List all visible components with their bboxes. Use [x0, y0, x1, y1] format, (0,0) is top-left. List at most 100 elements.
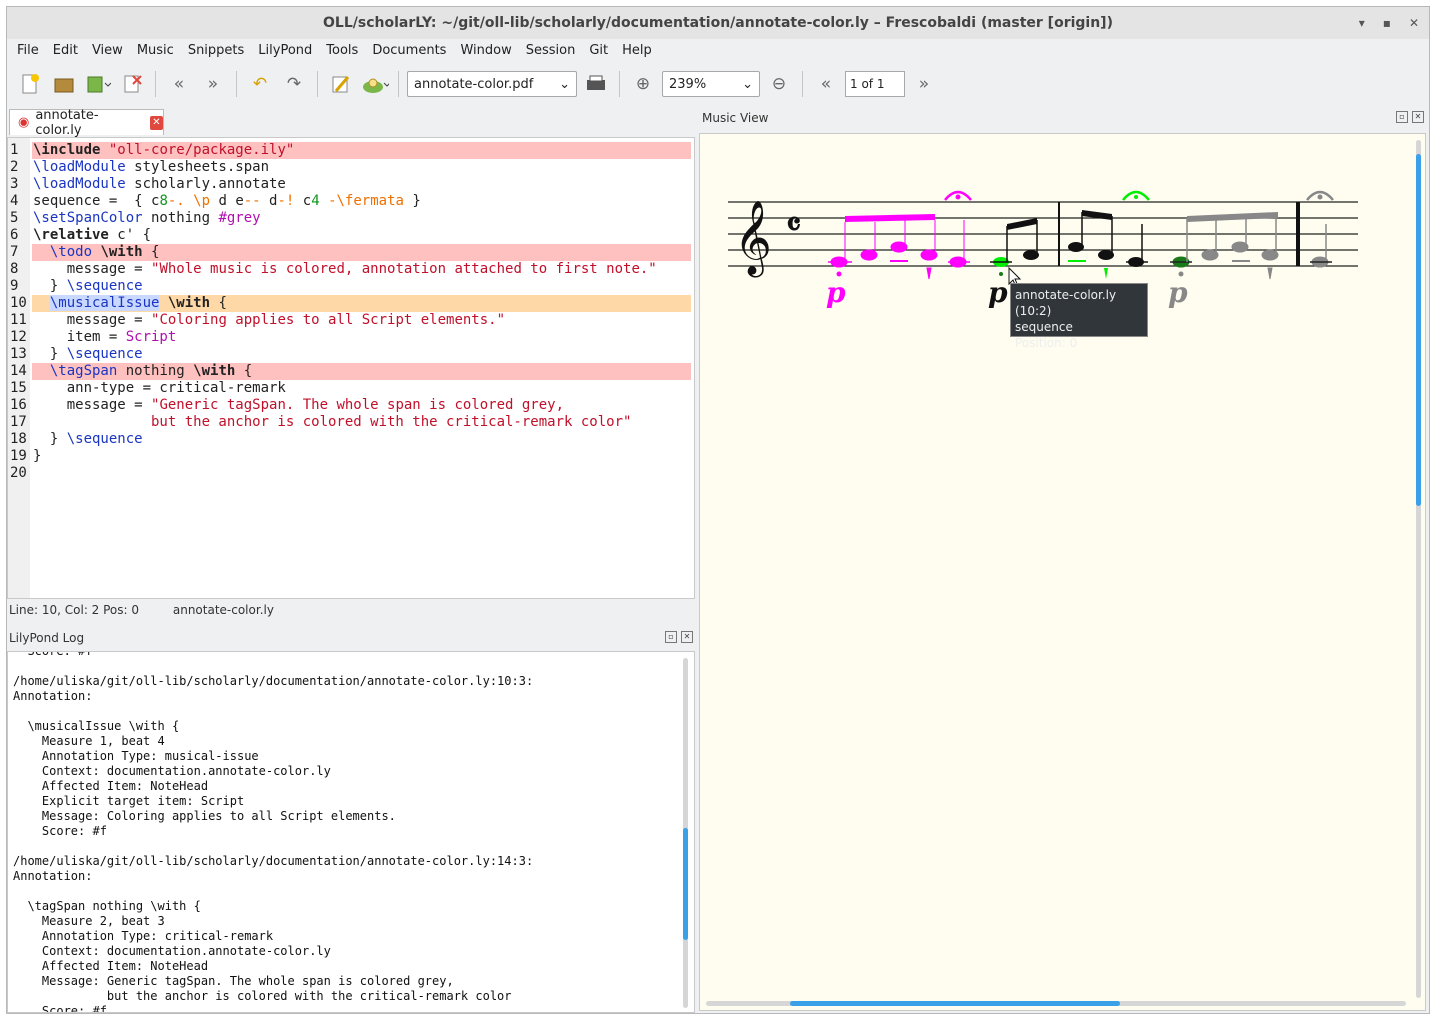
code-line: 11 message = "Coloring applies to all Sc…: [10, 312, 506, 328]
menu-tools[interactable]: Tools: [320, 41, 364, 63]
code-line: 13 } \sequence: [10, 346, 143, 362]
save-icon[interactable]: [83, 70, 113, 98]
toolbar-separator: [317, 71, 318, 97]
menu-bar: File Edit View Music Snippets LilyPond T…: [7, 41, 1429, 63]
redo-icon[interactable]: ↷: [279, 70, 309, 98]
music-vscrollbar[interactable]: [1416, 140, 1421, 998]
menu-music[interactable]: Music: [131, 41, 180, 63]
log-line: /home/uliska/git/oll-lib/scholarly/docum…: [13, 674, 534, 688]
document-combo[interactable]: annotate-color.pdf ⌄: [407, 71, 577, 97]
lilypond-file-icon: ◉: [18, 115, 30, 130]
staccatissimo-mark[interactable]: [1267, 267, 1273, 280]
log-line: \tagSpan nothing \with {: [13, 899, 201, 913]
note-head[interactable]: [890, 241, 908, 253]
close-tab-icon[interactable]: ✕: [149, 115, 163, 130]
line-number: 15: [10, 380, 27, 396]
code-line: 5 \setSpanColor nothing #grey: [10, 210, 261, 226]
code-editor[interactable]: 1 \include "oll-core/package.ily" 2 \loadM…: [7, 137, 695, 599]
toolbar-separator: [398, 71, 399, 97]
new-document-icon[interactable]: [15, 70, 45, 98]
log-line: Annotation:: [13, 689, 93, 703]
app-window: OLL/scholarLY: ~/git/oll-lib/scholarly/d…: [6, 6, 1430, 1014]
forward-icon[interactable]: »: [198, 70, 228, 98]
next-page-icon[interactable]: »: [909, 70, 939, 98]
menu-snippets[interactable]: Snippets: [182, 41, 250, 63]
menu-session[interactable]: Session: [520, 41, 582, 63]
note-head[interactable]: [860, 249, 878, 261]
page-number-value: 1 of 1: [850, 77, 885, 91]
log-scrollbar[interactable]: [683, 658, 688, 1008]
music-view[interactable]: 𝄞 𝄴 p p p: [699, 133, 1426, 1011]
log-line: Annotation:: [13, 869, 93, 883]
menu-file[interactable]: File: [11, 41, 45, 63]
page-number-field[interactable]: 1 of 1: [845, 71, 905, 97]
document-combo-value: annotate-color.pdf: [414, 76, 534, 92]
staccatissimo-mark[interactable]: [1104, 268, 1108, 279]
close-panel-icon[interactable]: ✕: [1412, 111, 1424, 123]
close-panel-icon[interactable]: ✕: [681, 631, 693, 643]
code-line-current: 10 \musicalIssue \with {: [8, 295, 691, 312]
music-hscrollbar[interactable]: [706, 1001, 1406, 1006]
line-number: 8: [10, 261, 19, 277]
code-line: 3 \loadModule scholarly.annotate: [10, 176, 286, 192]
music-hscrollbar-thumb[interactable]: [790, 1001, 1120, 1006]
log-line: Measure 2, beat 3: [13, 914, 165, 928]
zoom-combo[interactable]: 239% ⌄: [662, 71, 760, 97]
float-panel-icon[interactable]: ▫: [1396, 111, 1408, 123]
music-view-title: Music View: [702, 111, 769, 125]
float-panel-icon[interactable]: ▫: [665, 631, 677, 643]
menu-help[interactable]: Help: [616, 41, 658, 63]
maximize-icon[interactable]: ▪: [1383, 7, 1391, 39]
dynamic-piano[interactable]: p: [826, 276, 846, 309]
log-line: Score: #f: [13, 1004, 107, 1013]
title-bar: OLL/scholarLY: ~/git/oll-lib/scholarly/d…: [7, 7, 1429, 39]
undo-icon[interactable]: ↶: [245, 70, 275, 98]
note-head[interactable]: [920, 249, 938, 261]
back-icon[interactable]: «: [164, 70, 194, 98]
log-line: /home/uliska/git/oll-lib/scholarly/docum…: [13, 854, 534, 868]
dynamic-piano[interactable]: p: [988, 276, 1008, 309]
line-number: 16: [10, 397, 27, 413]
code-line: 8 message = "Whole music is colored, ann…: [10, 261, 657, 277]
cursor-position: Line: 10, Col: 2 Pos: 0: [9, 603, 140, 617]
lilypond-log[interactable]: Score: #f /home/uliska/git/oll-lib/schol…: [7, 651, 695, 1013]
menu-view[interactable]: View: [86, 41, 129, 63]
log-scrollbar-thumb[interactable]: [683, 828, 688, 940]
log-line: but the anchor is colored with the criti…: [13, 989, 512, 1003]
code-line: 6 \relative c' {: [10, 227, 152, 243]
print-icon[interactable]: [581, 70, 611, 98]
lilypond-run-icon[interactable]: [360, 70, 390, 98]
open-folder-icon[interactable]: [49, 70, 79, 98]
main-toolbar: « » ↶ ↷ annotate-color.pdf ⌄ ⊕ 239% ⌄ ⊖ …: [7, 65, 1429, 103]
edit-notes-icon[interactable]: [326, 70, 356, 98]
log-line: Message: Generic tagSpan. The whole span…: [13, 974, 454, 988]
log-panel-header: LilyPond Log ▫ ✕: [7, 627, 697, 649]
tooltip-variable: sequence: [1015, 320, 1073, 334]
line-number: 18: [10, 431, 27, 447]
close-icon[interactable]: ✕: [1409, 7, 1419, 39]
tab-annotate-color[interactable]: ◉ annotate-color.ly ✕: [9, 108, 164, 138]
line-number: 5: [10, 210, 19, 226]
code-line: 14 \tagSpan nothing \with {: [8, 363, 691, 380]
code-line: 15 ann-type = critical-remark: [10, 380, 286, 396]
close-document-icon[interactable]: [117, 70, 147, 98]
minimize-icon[interactable]: ▾: [1359, 7, 1365, 39]
menu-documents[interactable]: Documents: [366, 41, 452, 63]
code-lines: 1 \include "oll-core/package.ily" 2 \loadM…: [8, 142, 691, 482]
menu-window[interactable]: Window: [454, 41, 517, 63]
menu-git[interactable]: Git: [583, 41, 614, 63]
menu-lilypond[interactable]: LilyPond: [252, 41, 318, 63]
toolbar-separator: [236, 71, 237, 97]
zoom-in-icon[interactable]: ⊕: [628, 70, 658, 98]
previous-page-icon[interactable]: «: [811, 70, 841, 98]
music-vscrollbar-thumb[interactable]: [1416, 154, 1421, 506]
code-line: 4 sequence = { c8-. \p d e-- d-! c4 -\fer…: [10, 193, 421, 209]
menu-edit[interactable]: Edit: [47, 41, 84, 63]
staccatissimo-mark[interactable]: [926, 267, 932, 280]
dynamic-piano[interactable]: p: [1168, 276, 1188, 309]
line-number: 9: [10, 278, 19, 294]
treble-clef-icon: 𝄞: [734, 201, 772, 278]
zoom-out-icon[interactable]: ⊖: [764, 70, 794, 98]
